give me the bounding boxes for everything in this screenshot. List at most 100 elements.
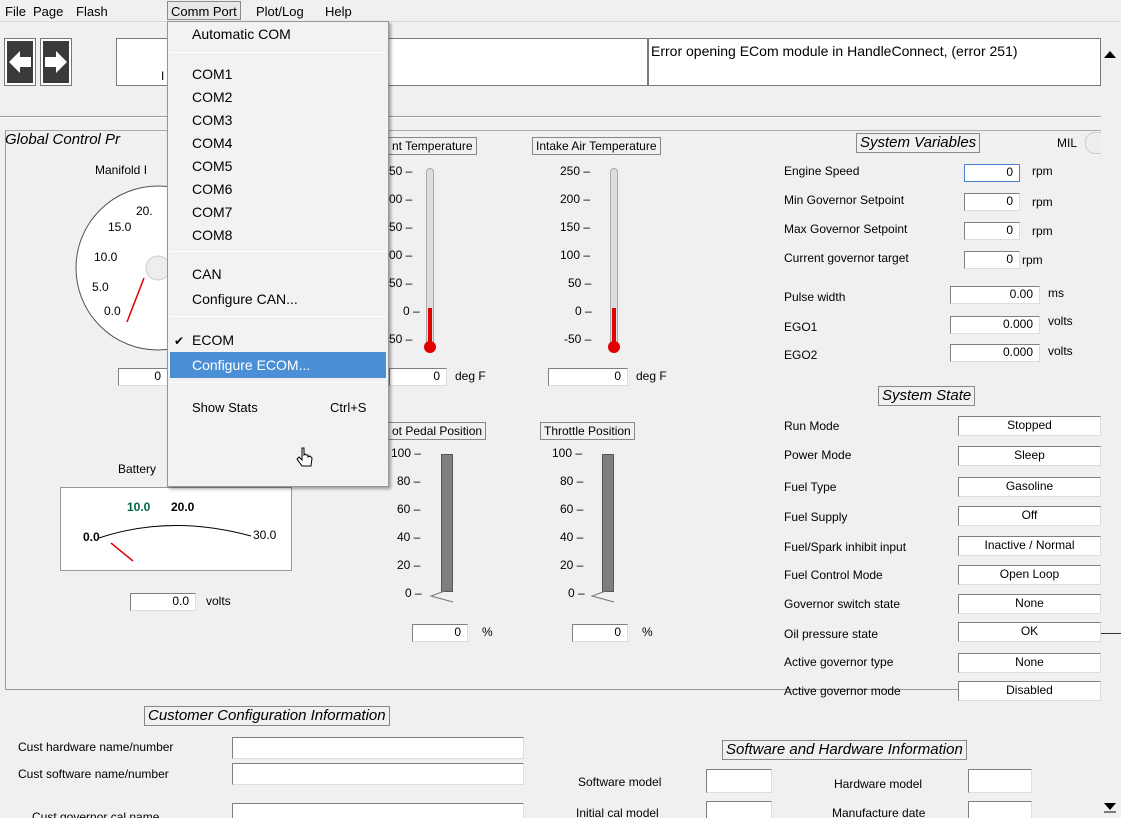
intake-tick: 0 – — [575, 304, 592, 318]
intake-temp-unit: deg F — [636, 369, 667, 383]
mil-label: MIL — [1057, 136, 1078, 150]
battery-gauge: 10.0 20.0 0.0 30.0 — [60, 487, 292, 571]
power-mode-value: Sleep — [958, 446, 1101, 466]
menu-page[interactable]: Page — [30, 2, 66, 21]
intake-temp-label: Intake Air Temperature — [532, 137, 661, 155]
hardware-model-field — [968, 769, 1032, 793]
throttle-tick: 100 – — [552, 446, 583, 460]
ego2-label: EGO2 — [784, 348, 818, 362]
ego1-value: 0.000 — [950, 316, 1040, 334]
fuel-type-value: Gasoline — [958, 477, 1101, 497]
error-message-box: Error opening ECom module in HandleConne… — [648, 38, 1101, 86]
cust-hardware-label: Cust hardware name/number — [18, 740, 174, 754]
ego2-unit: volts — [1048, 344, 1073, 358]
coolant-temp-label: nt Temperature — [389, 137, 477, 155]
menu-help[interactable]: Help — [322, 2, 355, 21]
governor-switch-value: None — [958, 594, 1101, 614]
system-variables-title: System Variables — [856, 133, 981, 153]
fuel-control-mode-value: Open Loop — [958, 565, 1101, 585]
manifold-tick: 15.0 — [108, 220, 132, 234]
software-model-label: Software model — [578, 775, 662, 789]
cust-hardware-field[interactable] — [232, 737, 524, 759]
ego2-value: 0.000 — [950, 344, 1040, 362]
global-control-title: Global Control Pr — [5, 131, 121, 148]
ego1-label: EGO1 — [784, 320, 818, 334]
menu-item-com1[interactable]: COM1 — [192, 65, 232, 83]
show-stats-shortcut: Ctrl+S — [330, 400, 367, 415]
back-button[interactable] — [4, 38, 36, 86]
cust-governor-label-wrap: Cust governor cal name — [32, 808, 159, 818]
menu-item-com8[interactable]: COM8 — [192, 226, 232, 244]
menu-item-configure-can[interactable]: Configure CAN... — [192, 290, 298, 308]
min-governor-unit: rpm — [1032, 195, 1053, 209]
battery-unit: volts — [206, 594, 231, 608]
run-mode-value: Stopped — [958, 416, 1101, 436]
menu-plot-log[interactable]: Plot/Log — [253, 2, 307, 21]
pulse-width-value: 0.00 — [950, 286, 1040, 304]
max-governor-label: Max Governor Setpoint — [784, 222, 908, 236]
battery-tick: 20.0 — [171, 500, 195, 514]
throttle-tick: 60 – — [560, 502, 584, 516]
throttle-tick: 40 – — [560, 530, 584, 544]
manifold-tick: 0.0 — [104, 304, 121, 318]
menu-file[interactable]: File — [2, 2, 29, 21]
cust-software-field[interactable] — [232, 763, 524, 785]
initial-cal-label: Initial cal model — [576, 806, 659, 818]
cust-governor-field[interactable] — [232, 803, 524, 818]
intake-thermometer: 250 – 200 – 150 – 100 – 50 – 0 – -50 – — [548, 164, 620, 354]
menu-item-configure-ecom-label: Configure ECOM... — [192, 357, 311, 373]
power-mode-label: Power Mode — [784, 448, 852, 462]
menu-item-show-stats[interactable]: Show Stats — [192, 399, 258, 417]
intake-tick: 150 – — [560, 220, 591, 234]
menu-item-com5[interactable]: COM5 — [192, 157, 232, 175]
oil-pressure-label: Oil pressure state — [784, 627, 879, 641]
engine-speed-unit: rpm — [1032, 164, 1053, 178]
scroll-down-icon[interactable] — [1103, 800, 1117, 814]
min-governor-label: Min Governor Setpoint — [784, 193, 905, 207]
manufacture-date-wrap: Manufacture date — [832, 806, 925, 818]
pedal-pointer-icon — [429, 587, 454, 603]
governor-target-label: Current governor target — [784, 251, 909, 265]
menu-page-label: Page — [33, 4, 64, 19]
pedal-position-value: 0 — [412, 624, 468, 642]
divider-tick — [1101, 633, 1121, 634]
hardware-model-label: Hardware model — [834, 777, 923, 791]
status-box-middle — [388, 38, 648, 86]
intake-tick: 50 – — [568, 276, 592, 290]
fuel-control-mode-label: Fuel Control Mode — [784, 568, 883, 582]
ego1-unit: volts — [1048, 314, 1073, 328]
throttle-tick: 80 – — [560, 474, 584, 488]
menu-item-ecom[interactable]: ECOM — [192, 331, 234, 349]
coolant-tick: 50 – — [389, 164, 413, 178]
menu-item-can[interactable]: CAN — [192, 265, 222, 283]
intake-tick: 200 – — [560, 192, 591, 206]
coolant-temp-value: 0 — [389, 368, 447, 386]
menu-comm-port-label: Comm Port — [171, 4, 237, 19]
throttle-position-label: Throttle Position — [540, 422, 635, 440]
menu-item-com4[interactable]: COM4 — [192, 134, 232, 152]
engine-speed-label: Engine Speed — [784, 164, 860, 178]
oil-pressure-value: OK — [958, 622, 1101, 642]
manifold-tick: 5.0 — [92, 280, 109, 294]
forward-button[interactable] — [40, 38, 72, 86]
intake-tick: 100 – — [560, 248, 591, 262]
menu-item-com7[interactable]: COM7 — [192, 203, 232, 221]
manifold-label: Manifold I — [95, 162, 148, 178]
software-model-field — [706, 769, 772, 793]
menu-item-com2[interactable]: COM2 — [192, 88, 232, 106]
menu-item-com3[interactable]: COM3 — [192, 111, 232, 129]
menu-item-automatic-com[interactable]: Automatic COM — [192, 25, 291, 43]
initial-cal-wrap: Initial cal model — [576, 806, 659, 818]
scroll-up-icon[interactable] — [1103, 50, 1117, 60]
menu-bar: File Page Flash Comm Port Plot/Log Help — [0, 0, 1121, 22]
fuel-supply-label: Fuel Supply — [784, 510, 848, 524]
menu-comm-port[interactable]: Comm Port — [167, 1, 241, 20]
software-hardware-title: Software and Hardware Information — [722, 740, 967, 760]
fuel-spark-inhibit-label: Fuel/Spark inhibit input — [784, 540, 907, 554]
engine-speed-value[interactable]: 0 — [964, 164, 1020, 182]
manufacture-date-field — [968, 801, 1032, 818]
left-arrow-icon — [9, 51, 31, 73]
menu-flash[interactable]: Flash — [73, 2, 111, 21]
menu-item-com6[interactable]: COM6 — [192, 180, 232, 198]
menu-item-configure-ecom[interactable]: Configure ECOM... — [170, 352, 386, 378]
